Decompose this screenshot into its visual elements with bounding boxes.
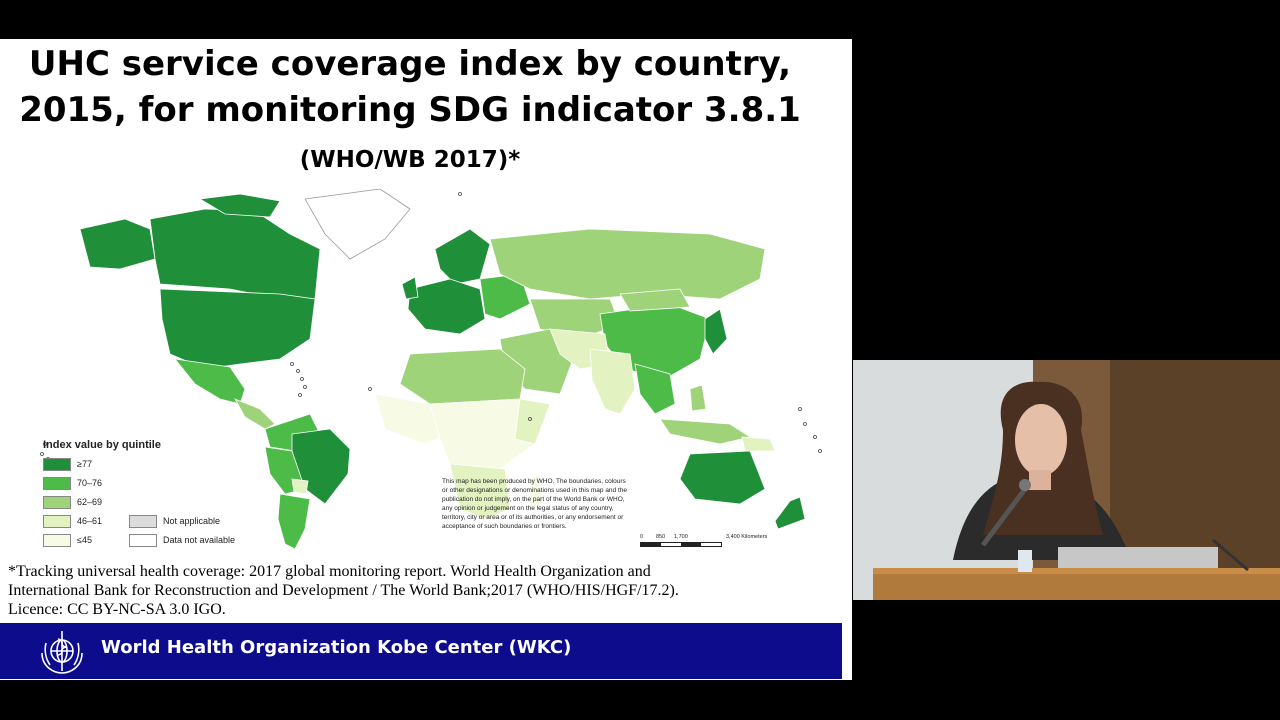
legend-label: 46–61 [77, 516, 103, 526]
title-main: UHC service coverage index by country, 2… [19, 44, 801, 130]
map-scale-bar: 0 850 1,700 3,400 Kilometers [640, 534, 780, 554]
legend-swatch [43, 457, 71, 471]
speaker-video-feed [853, 360, 1280, 600]
map-argentina-chile [277, 493, 311, 549]
map-japan [704, 308, 728, 355]
map-alaska [79, 218, 156, 270]
map-australia [679, 450, 766, 505]
footnote-line: *Tracking universal health coverage: 201… [8, 563, 651, 580]
legend-swatch [43, 514, 71, 528]
legend-swatch [43, 476, 71, 490]
legend-title: Index value by quintile [43, 439, 161, 451]
legend-swatch [43, 533, 71, 547]
legend-label: Not applicable [163, 516, 221, 526]
legend-item-data-not-available: Data not available [129, 533, 235, 547]
legend-label: Data not available [163, 535, 236, 545]
legend-label: 70–76 [77, 478, 103, 488]
map-legend: Index value by quintile ≥77 70–76 62–69 … [43, 439, 273, 554]
map-usa [159, 288, 316, 370]
citation-footnote: *Tracking universal health coverage: 201… [8, 562, 838, 619]
map-mexico [174, 358, 246, 405]
map-paraguay [291, 478, 309, 495]
slide-title: UHC service coverage index by country, 2… [0, 41, 820, 183]
map-uk [401, 276, 419, 300]
legend-swatch [43, 495, 71, 509]
map-russia [489, 228, 766, 300]
scale-label: 3,400 Kilometers [726, 534, 768, 540]
map-papua [741, 436, 776, 452]
banner-organization-name: World Health Organization Kobe Center (W… [101, 637, 572, 658]
legend-item-quintile-3: 62–69 [43, 495, 102, 509]
map-greenland [304, 189, 411, 260]
title-suffix: (WHO/WB 2017)* [299, 147, 521, 173]
legend-swatch [129, 533, 157, 547]
legend-item-quintile-1: ≥77 [43, 457, 92, 471]
legend-label: ≥77 [77, 459, 92, 469]
map-north-africa [399, 348, 526, 405]
map-disclaimer: This map has been produced by WHO. The b… [442, 478, 628, 530]
scale-label: 0 [640, 534, 644, 540]
legend-swatch [129, 514, 157, 528]
legend-item-quintile-2: 70–76 [43, 476, 102, 490]
map-india [589, 348, 636, 415]
scale-bar-graphic [640, 542, 722, 547]
wkc-banner: World Health Organization Kobe Center (W… [0, 623, 842, 679]
map-philippines [689, 384, 707, 412]
map-scandinavia [434, 228, 491, 285]
presentation-slide: UHC service coverage index by country, 2… [0, 39, 852, 680]
footnote-line: International Bank for Reconstruction an… [8, 582, 679, 599]
legend-item-not-applicable: Not applicable [129, 514, 220, 528]
map-central-america [234, 398, 276, 430]
scale-label: 850 [656, 534, 666, 540]
legend-label: ≤45 [77, 535, 92, 545]
speaker-scene [853, 360, 1280, 600]
map-canada [149, 208, 321, 300]
map-western-europe [407, 278, 486, 335]
legend-item-quintile-4: 46–61 [43, 514, 102, 528]
legend-item-quintile-5: ≤45 [43, 533, 92, 547]
legend-label: 62–69 [77, 497, 103, 507]
map-new-zealand [774, 496, 806, 530]
map-indonesia [659, 418, 752, 445]
footnote-line: Licence: CC BY-NC-SA 3.0 IGO. [8, 601, 226, 618]
map-east-africa [514, 398, 551, 445]
who-emblem-icon [41, 631, 83, 674]
scale-label: 1,700 [674, 534, 688, 540]
